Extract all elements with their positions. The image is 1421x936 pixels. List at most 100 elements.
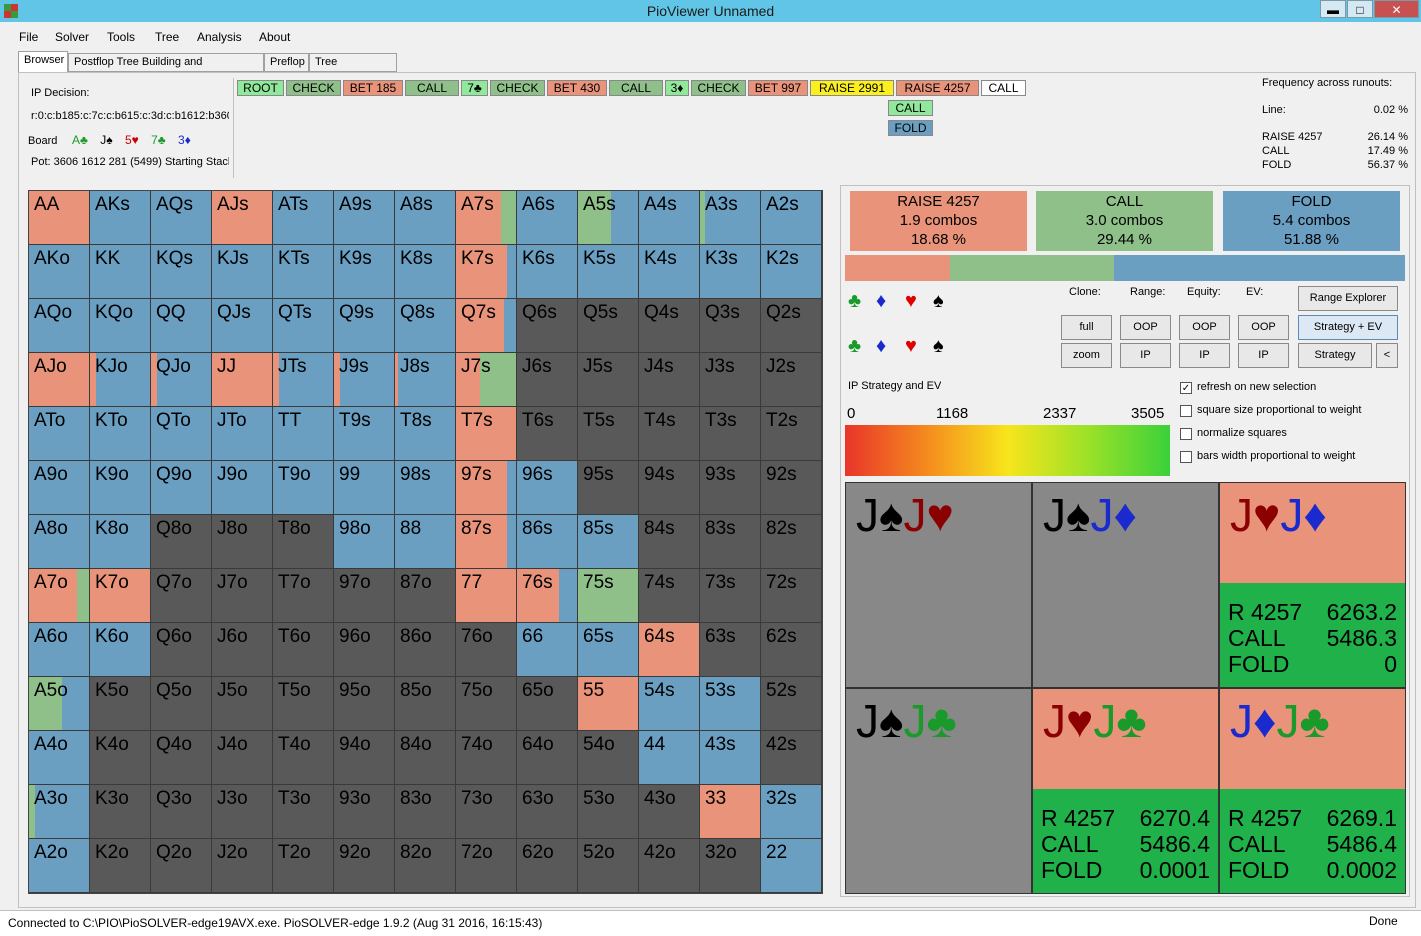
matrix-cell[interactable]: K5s [578, 245, 639, 299]
ev-oop-button[interactable]: OOP [1238, 315, 1289, 340]
matrix-cell[interactable]: 76s [517, 569, 578, 623]
matrix-cell[interactable]: 62s [761, 623, 822, 677]
spade-filter-icon[interactable]: ♠ [933, 290, 944, 313]
matrix-cell[interactable]: K2o [90, 839, 151, 893]
matrix-cell[interactable]: K4o [90, 731, 151, 785]
matrix-cell[interactable]: A4o [29, 731, 90, 785]
matrix-cell[interactable]: 62o [517, 839, 578, 893]
matrix-cell[interactable]: AKo [29, 245, 90, 299]
equity-oop-button[interactable]: OOP [1179, 315, 1230, 340]
matrix-cell[interactable]: 94s [639, 461, 700, 515]
matrix-cell[interactable]: 82o [395, 839, 456, 893]
club-filter-icon[interactable]: ♣ [848, 335, 861, 358]
matrix-cell[interactable]: Q2s [761, 299, 822, 353]
tree-button-call[interactable]: CALL [405, 80, 459, 96]
range-oop-button[interactable]: OOP [1120, 315, 1171, 340]
menu-solver[interactable]: Solver [55, 30, 89, 44]
matrix-cell[interactable]: Q9o [151, 461, 212, 515]
matrix-cell[interactable]: KTo [90, 407, 151, 461]
matrix-cell[interactable]: 55 [578, 677, 639, 731]
matrix-cell[interactable]: K9o [90, 461, 151, 515]
matrix-cell[interactable]: 87s [456, 515, 517, 569]
matrix-cell[interactable]: 95s [578, 461, 639, 515]
matrix-cell[interactable]: 76o [456, 623, 517, 677]
matrix-cell[interactable]: KQo [90, 299, 151, 353]
matrix-cell[interactable]: Q7o [151, 569, 212, 623]
matrix-cell[interactable]: A7o [29, 569, 90, 623]
matrix-cell[interactable]: 73s [700, 569, 761, 623]
bars-width-checkbox[interactable]: bars width proportional to weight [1180, 450, 1400, 465]
matrix-cell[interactable]: 22 [761, 839, 822, 893]
matrix-cell[interactable]: 86o [395, 623, 456, 677]
menu-about[interactable]: About [259, 30, 290, 44]
matrix-cell[interactable]: 95o [334, 677, 395, 731]
matrix-cell[interactable]: 73o [456, 785, 517, 839]
matrix-cell[interactable]: Q2o [151, 839, 212, 893]
matrix-cell[interactable]: Q8o [151, 515, 212, 569]
matrix-cell[interactable]: Q5o [151, 677, 212, 731]
matrix-cell[interactable]: A4s [639, 191, 700, 245]
matrix-cell[interactable]: A8s [395, 191, 456, 245]
matrix-cell[interactable]: ATo [29, 407, 90, 461]
matrix-cell[interactable]: 72s [761, 569, 822, 623]
matrix-cell[interactable]: QTo [151, 407, 212, 461]
heart-filter-icon[interactable]: ♥ [905, 335, 917, 358]
matrix-cell[interactable]: T8o [273, 515, 334, 569]
matrix-cell[interactable]: 53s [700, 677, 761, 731]
combo-cell[interactable]: J♠J♣ [845, 688, 1032, 894]
matrix-cell[interactable]: ATs [273, 191, 334, 245]
matrix-cell[interactable]: 32s [761, 785, 822, 839]
combo-cell[interactable]: J♥J♣ R 4257 6270.4 CALL 5486.4 FOLD 0.0001 [1032, 688, 1219, 894]
matrix-cell[interactable]: J3o [212, 785, 273, 839]
matrix-cell[interactable]: J8o [212, 515, 273, 569]
matrix-cell[interactable]: KJo [90, 353, 151, 407]
matrix-cell[interactable]: A3s [700, 191, 761, 245]
normalize-checkbox[interactable]: normalize squares [1180, 427, 1400, 442]
equity-ip-button[interactable]: IP [1179, 343, 1230, 368]
matrix-cell[interactable]: 44 [639, 731, 700, 785]
matrix-cell[interactable]: K3s [700, 245, 761, 299]
matrix-cell[interactable]: AA [29, 191, 90, 245]
matrix-cell[interactable]: Q5s [578, 299, 639, 353]
matrix-cell[interactable]: Q3s [700, 299, 761, 353]
matrix-cell[interactable]: T5s [578, 407, 639, 461]
collapse-button[interactable]: < [1376, 343, 1398, 368]
matrix-cell[interactable]: 96o [334, 623, 395, 677]
matrix-cell[interactable]: K8o [90, 515, 151, 569]
diamond-filter-icon[interactable]: ♦ [876, 290, 886, 313]
matrix-cell[interactable]: Q6o [151, 623, 212, 677]
matrix-cell[interactable]: K7s [456, 245, 517, 299]
matrix-cell[interactable]: KJs [212, 245, 273, 299]
tree-sub-fold[interactable]: FOLD [888, 120, 933, 136]
matrix-cell[interactable]: J9o [212, 461, 273, 515]
matrix-cell[interactable]: 83s [700, 515, 761, 569]
refresh-checkbox[interactable]: ✓ refresh on new selection [1180, 381, 1400, 396]
close-button[interactable]: ✕ [1374, 0, 1419, 18]
summary-fold[interactable]: FOLD 5.4 combos 51.88 % [1223, 191, 1400, 251]
matrix-cell[interactable]: J7s [456, 353, 517, 407]
tree-button-check[interactable]: CHECK [691, 80, 746, 96]
matrix-cell[interactable]: JJ [212, 353, 273, 407]
tab-tree-information[interactable]: Tree information [309, 53, 397, 85]
matrix-cell[interactable]: 63o [517, 785, 578, 839]
matrix-cell[interactable]: 92o [334, 839, 395, 893]
zoom-button[interactable]: zoom [1061, 343, 1112, 368]
matrix-cell[interactable]: 32o [700, 839, 761, 893]
tree-button-bet[interactable]: BET 997 [748, 80, 808, 96]
matrix-cell[interactable]: AKs [90, 191, 151, 245]
matrix-cell[interactable]: 92s [761, 461, 822, 515]
matrix-cell[interactable]: 96s [517, 461, 578, 515]
strategy-button[interactable]: Strategy [1298, 343, 1372, 368]
menu-tree[interactable]: Tree [155, 30, 179, 44]
matrix-cell[interactable]: T4s [639, 407, 700, 461]
matrix-cell[interactable]: 52s [761, 677, 822, 731]
tree-button-check[interactable]: CHECK [490, 80, 545, 96]
combo-cell[interactable]: J♠J♦ [1032, 482, 1219, 688]
matrix-cell[interactable]: KK [90, 245, 151, 299]
heart-filter-icon[interactable]: ♥ [905, 290, 917, 313]
matrix-cell[interactable]: 53o [578, 785, 639, 839]
matrix-cell[interactable]: AJo [29, 353, 90, 407]
tree-button-check[interactable]: CHECK [286, 80, 341, 96]
square-size-checkbox[interactable]: square size proportional to weight [1180, 404, 1400, 419]
matrix-cell[interactable]: K4s [639, 245, 700, 299]
